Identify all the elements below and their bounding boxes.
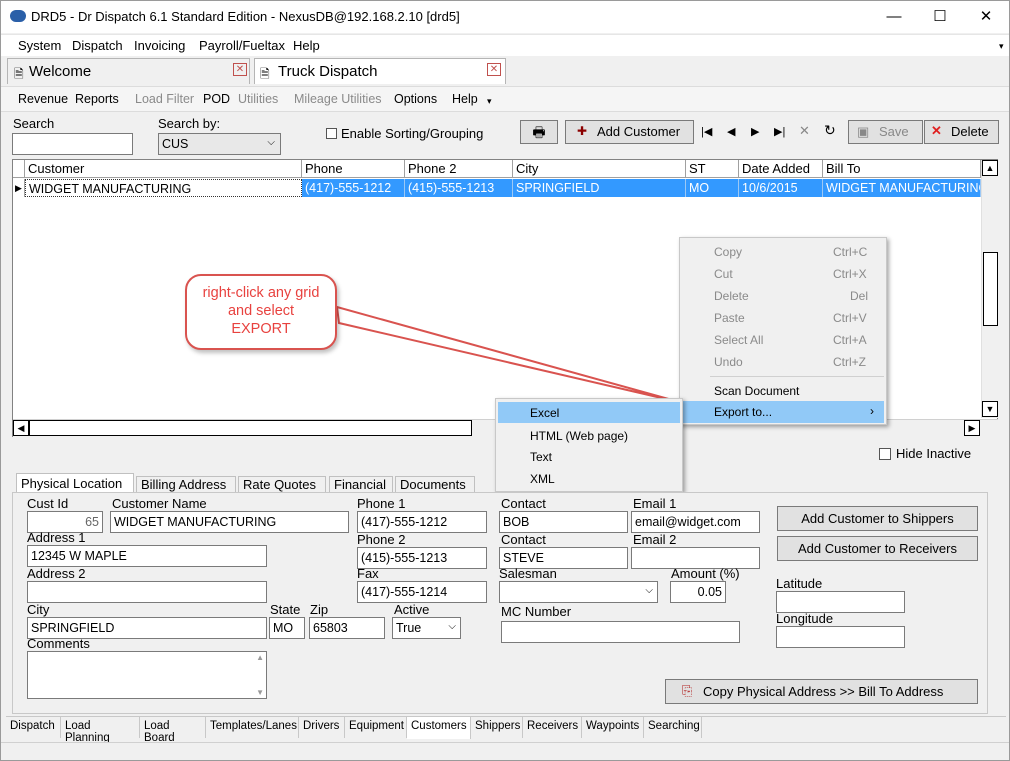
mc-number-label: MC Number — [501, 604, 572, 619]
tab-waypoints[interactable]: Waypoints — [582, 717, 644, 738]
menu-export-to[interactable]: Export to... › — [682, 401, 884, 423]
mc-number-field[interactable] — [501, 621, 740, 643]
amount-label: Amount (%) — [671, 566, 740, 581]
shortcut-copy: Ctrl+C — [833, 245, 868, 259]
comments-field[interactable]: ▲ ▼ — [27, 651, 267, 699]
menu-scan-document[interactable]: Scan Document — [714, 384, 799, 398]
shortcut-undo: Ctrl+Z — [833, 355, 866, 369]
contact1-field[interactable]: BOB — [499, 511, 628, 533]
menu-select-all[interactable]: Select All — [714, 333, 763, 347]
chevron-down-icon: ⌵ — [645, 585, 653, 596]
menu-cut[interactable]: Cut — [714, 267, 733, 281]
tab-templates-lanes[interactable]: Templates/Lanes — [206, 717, 299, 738]
submenu-html[interactable]: HTML (Web page) — [530, 429, 628, 443]
submenu-xml[interactable]: XML — [530, 472, 555, 486]
latitude-field[interactable] — [776, 591, 905, 613]
salesman-label: Salesman — [499, 566, 557, 581]
active-select[interactable]: True ⌵ — [392, 617, 461, 639]
menu-copy[interactable]: Copy — [714, 245, 742, 259]
chevron-down-icon: ⌵ — [448, 621, 456, 632]
submenu-arrow-icon: › — [870, 404, 874, 418]
contact1-label: Contact — [501, 496, 546, 511]
phone1-label: Phone 1 — [357, 496, 406, 511]
hide-inactive-checkbox[interactable] — [879, 448, 891, 460]
email1-field[interactable]: email@widget.com — [631, 511, 760, 533]
module-tabs: Dispatch Load Planning Load Board Templa… — [6, 716, 1006, 744]
tab-dispatch[interactable]: Dispatch — [6, 717, 61, 738]
active-value: True — [396, 621, 422, 635]
tab-drivers[interactable]: Drivers — [299, 717, 345, 738]
tab-customers[interactable]: Customers — [407, 717, 471, 739]
callout-line-3: EXPORT — [231, 321, 291, 337]
callout-line-1: right-click any grid — [202, 285, 320, 301]
active-label: Active — [394, 602, 430, 617]
scroll-up-icon[interactable]: ▲ — [256, 653, 264, 662]
copy-address-label: Copy Physical Address >> Bill To Address — [703, 684, 944, 699]
salesman-select[interactable]: ⌵ — [499, 581, 658, 603]
customer-name-field[interactable]: WIDGET MANUFACTURING — [110, 511, 349, 533]
menu-delete[interactable]: Delete — [714, 289, 749, 303]
customer-name-label: Customer Name — [112, 496, 207, 511]
address2-label: Address 2 — [27, 566, 86, 581]
physical-location-panel: Cust Id 65 Customer Name WIDGET MANUFACT… — [12, 492, 988, 714]
latitude-label: Latitude — [776, 576, 823, 591]
comments-label: Comments — [27, 636, 90, 651]
submenu-excel[interactable]: Excel — [498, 402, 680, 423]
longitude-label: Longitude — [776, 611, 834, 626]
copy-address-button[interactable]: ⎘ Copy Physical Address >> Bill To Addre… — [665, 679, 978, 704]
callout-line-2: and select — [227, 303, 295, 319]
fax-field[interactable]: (417)-555-1214 — [357, 581, 487, 603]
app-window: DRD5 - Dr Dispatch 6.1 Standard Edition … — [0, 0, 1010, 761]
detail-tabs: Physical Location Billing Address Rate Q… — [16, 473, 496, 494]
shortcut-paste: Ctrl+V — [833, 311, 867, 325]
longitude-field[interactable] — [776, 626, 905, 648]
shortcut-delete: Del — [850, 289, 869, 303]
address1-field[interactable]: 12345 W MAPLE — [27, 545, 267, 567]
phone2-label: Phone 2 — [357, 532, 406, 547]
state-field[interactable]: MO — [269, 617, 305, 639]
cust-id-label: Cust Id — [27, 496, 69, 511]
tab-financial[interactable]: Financial — [329, 476, 393, 493]
export-submenu: Excel HTML (Web page) Text XML — [495, 398, 683, 492]
zip-label: Zip — [310, 602, 329, 617]
menu-separator — [710, 376, 884, 377]
menu-paste[interactable]: Paste — [714, 311, 745, 325]
tab-physical-location[interactable]: Physical Location — [16, 473, 134, 494]
excel-label: Excel — [530, 406, 560, 420]
shortcut-cut: Ctrl+X — [833, 267, 867, 281]
zip-field[interactable]: 65803 — [309, 617, 385, 639]
amount-field[interactable]: 0.05 — [670, 581, 726, 603]
tab-searching[interactable]: Searching — [644, 717, 702, 738]
tab-load-board[interactable]: Load Board — [140, 717, 206, 744]
tab-rate-quotes[interactable]: Rate Quotes — [238, 476, 326, 493]
hide-inactive-label: Hide Inactive — [896, 446, 972, 461]
tab-shippers[interactable]: Shippers — [471, 717, 523, 738]
menu-undo[interactable]: Undo — [714, 355, 743, 369]
copy-address-icon: ⎘ — [682, 683, 693, 698]
fax-label: Fax — [357, 566, 379, 581]
phone1-field[interactable]: (417)-555-1212 — [357, 511, 487, 533]
email2-label: Email 2 — [633, 532, 677, 547]
add-to-shippers-button[interactable]: Add Customer to Shippers — [777, 506, 978, 531]
tab-equipment[interactable]: Equipment — [345, 717, 407, 738]
city-label: City — [27, 602, 50, 617]
annotation-callout: right-click any grid and select EXPORT — [185, 274, 337, 350]
contact2-label: Contact — [501, 532, 546, 547]
export-label: Export to... — [714, 405, 773, 419]
tab-documents[interactable]: Documents — [395, 476, 475, 493]
scroll-down-icon[interactable]: ▼ — [256, 688, 264, 697]
email1-label: Email 1 — [633, 496, 677, 511]
tab-billing-address[interactable]: Billing Address — [136, 476, 236, 493]
tab-receivers[interactable]: Receivers — [523, 717, 582, 738]
address2-field[interactable] — [27, 581, 267, 603]
context-menu: Copy Ctrl+C Cut Ctrl+X Delete Del Paste … — [679, 237, 887, 425]
status-bar — [1, 742, 1009, 760]
tab-load-planning[interactable]: Load Planning — [61, 717, 140, 744]
shortcut-select-all: Ctrl+A — [833, 333, 867, 347]
submenu-text[interactable]: Text — [530, 450, 552, 464]
add-to-receivers-button[interactable]: Add Customer to Receivers — [777, 536, 978, 561]
address1-label: Address 1 — [27, 530, 86, 545]
state-label: State — [270, 602, 301, 617]
